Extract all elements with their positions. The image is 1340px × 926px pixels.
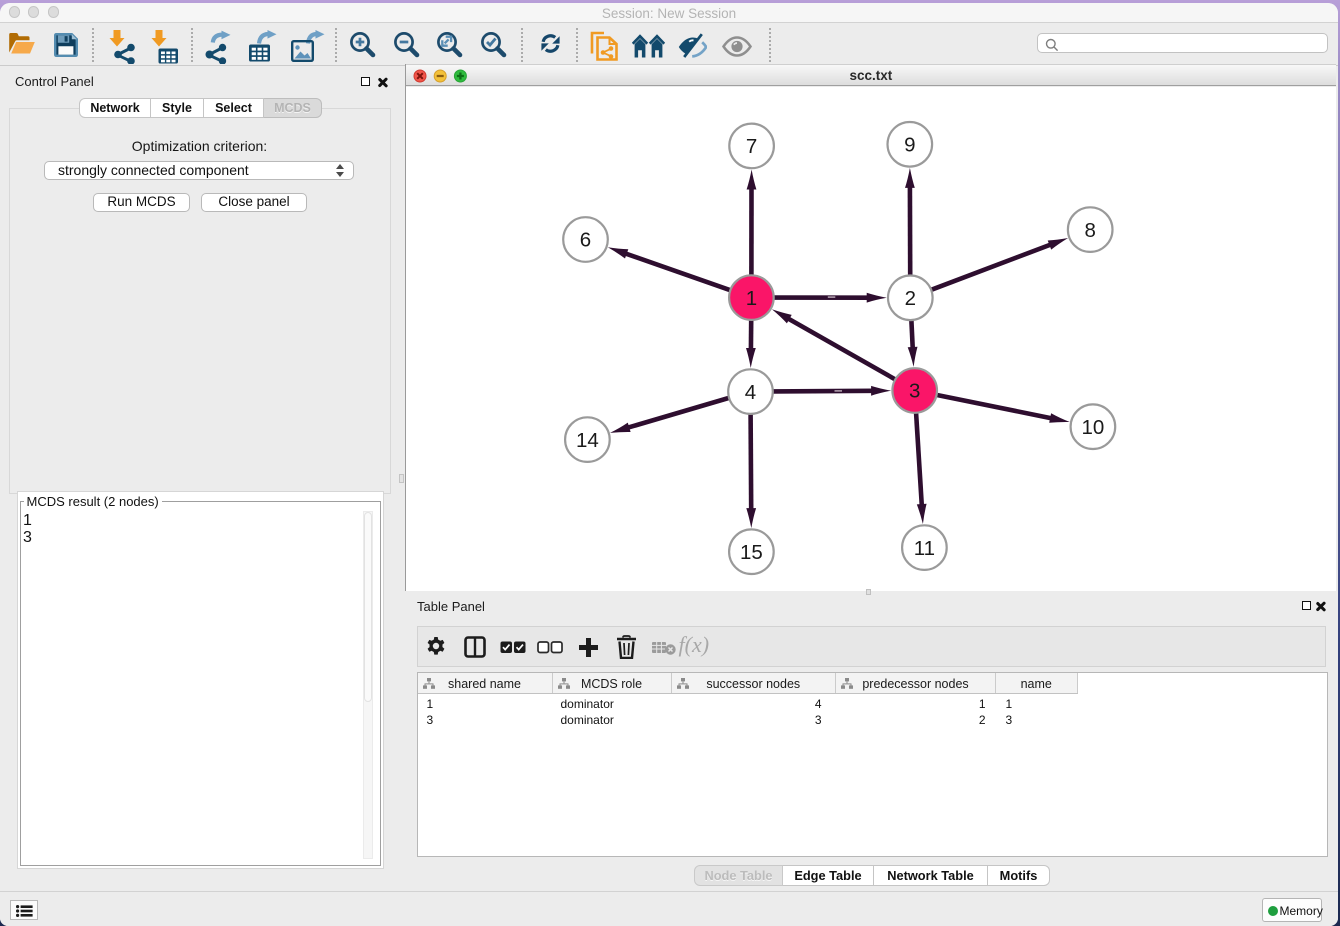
svg-text:2: 2 <box>904 287 915 310</box>
svg-text:11: 11 <box>913 537 934 560</box>
svg-text:3: 3 <box>908 380 919 403</box>
svg-text:10: 10 <box>1081 416 1104 439</box>
svg-text:14: 14 <box>575 429 598 452</box>
svg-text:4: 4 <box>744 381 755 404</box>
svg-text:9: 9 <box>904 134 915 157</box>
svg-text:7: 7 <box>745 135 756 158</box>
svg-text:15: 15 <box>739 541 762 564</box>
svg-text:6: 6 <box>579 229 590 252</box>
svg-text:8: 8 <box>1084 219 1095 242</box>
svg-text:1: 1 <box>745 287 756 310</box>
